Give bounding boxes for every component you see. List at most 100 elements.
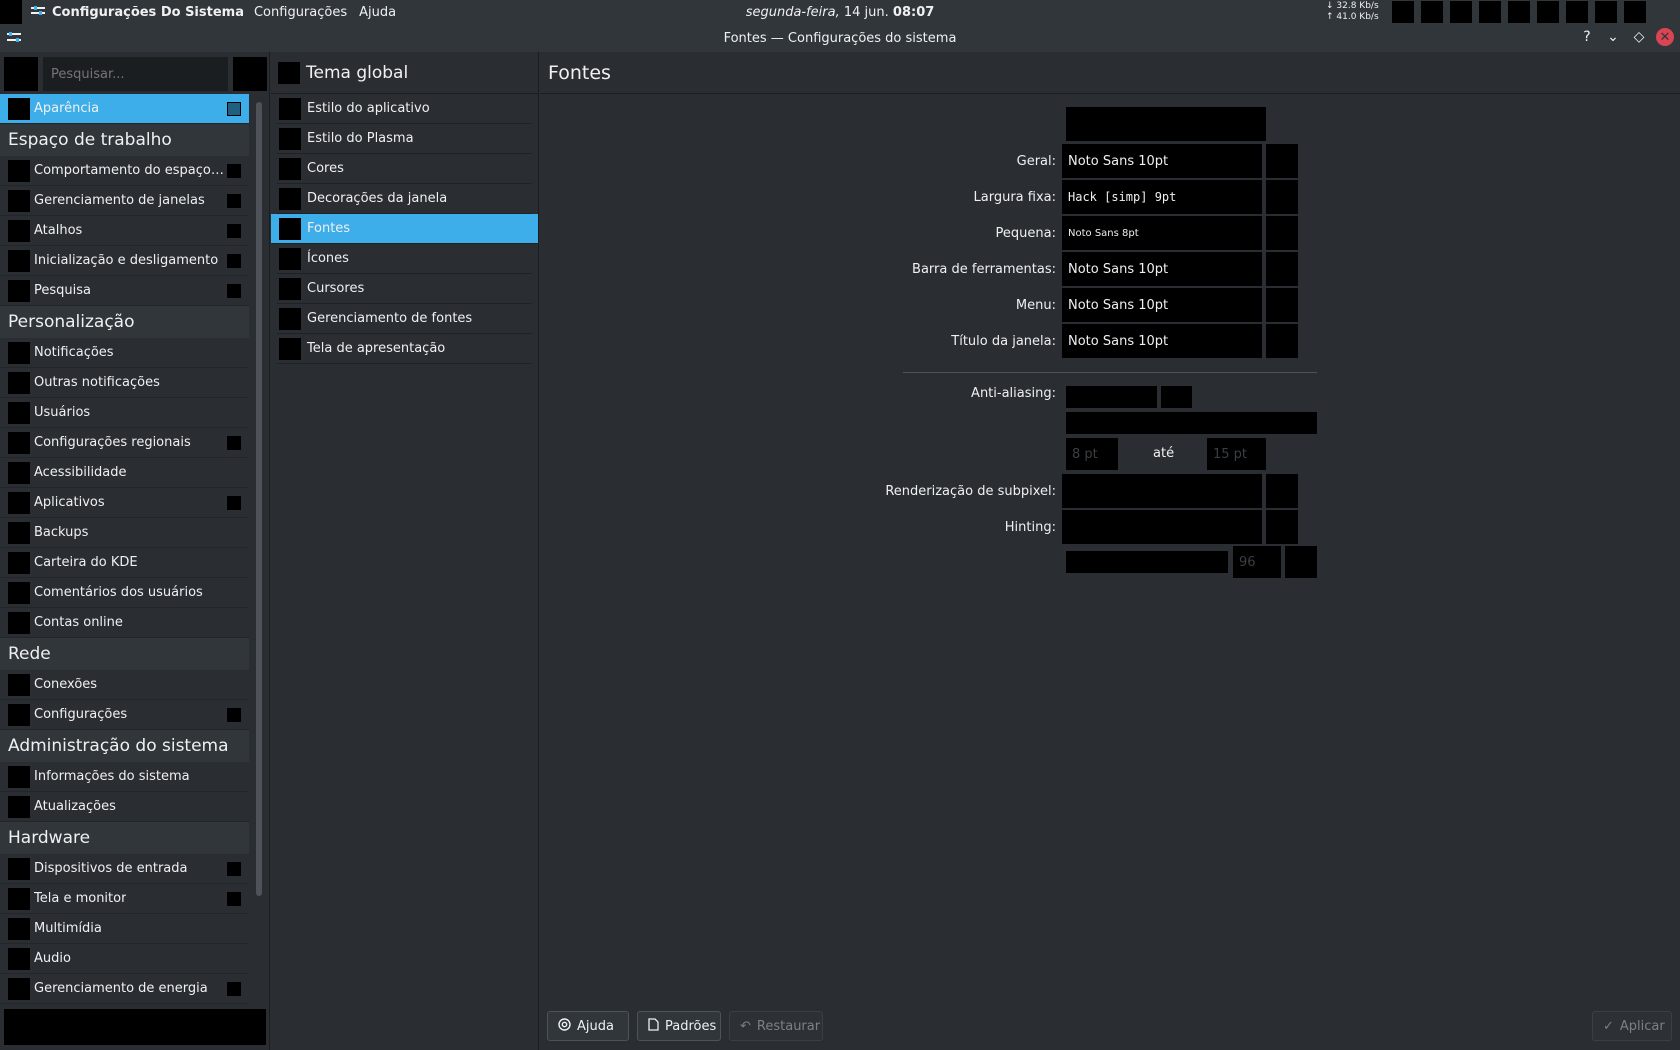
sidebar-item-audio[interactable]: Áudio bbox=[0, 944, 249, 974]
menu-ajuda[interactable]: Ajuda bbox=[359, 5, 396, 20]
reset-button[interactable]: ↶ Restaurar bbox=[729, 1011, 823, 1041]
sidebar-item-aparencia[interactable]: Aparência bbox=[0, 94, 249, 124]
maximize-button[interactable]: ◇ bbox=[1630, 27, 1648, 47]
tray-icon[interactable] bbox=[1450, 1, 1472, 23]
exclude-range-checkbox[interactable] bbox=[1066, 412, 1317, 434]
sidebar-item-label: Áudio bbox=[34, 951, 71, 966]
tray-icon[interactable] bbox=[1595, 1, 1617, 23]
subcategory-item-label: Ícones bbox=[307, 251, 349, 266]
sidebar-item-informacoes-do-sistema[interactable]: Informações do sistema bbox=[0, 762, 249, 792]
window-menu-icon[interactable] bbox=[6, 29, 22, 45]
sidebar-item-pesquisa[interactable]: Pesquisa bbox=[0, 276, 249, 306]
subcategory-item-decoracoes-da-janela[interactable]: Decorações da janela bbox=[277, 184, 532, 214]
tray-icon[interactable] bbox=[1421, 1, 1443, 23]
tray-icon[interactable] bbox=[1566, 1, 1588, 23]
sidebar-item-atualizacoes[interactable]: Atualizações bbox=[0, 792, 249, 822]
sidebar-item-conexoes[interactable]: Conexões bbox=[0, 670, 249, 700]
sidebar-item-configuracoes-regionais[interactable]: Configurações regionais bbox=[0, 428, 249, 458]
view-mode-icon[interactable] bbox=[233, 57, 267, 91]
sidebar-item-outras-notificacoes[interactable]: Outras notificações bbox=[0, 368, 249, 398]
subpixel-combobox[interactable] bbox=[1062, 474, 1262, 508]
tray-icon[interactable] bbox=[1624, 1, 1646, 23]
hinting-combobox[interactable] bbox=[1062, 510, 1262, 544]
tray-icon[interactable] bbox=[1392, 1, 1414, 23]
tray-icon[interactable] bbox=[1508, 1, 1530, 23]
range-to-spinbox[interactable]: 15 pt bbox=[1207, 438, 1266, 470]
subpixel-extra-button[interactable] bbox=[1266, 474, 1298, 508]
acessibilidade-icon bbox=[8, 461, 30, 484]
font-row-titulo: Título da janela: Noto Sans 10pt bbox=[872, 324, 1298, 358]
menu-icon[interactable] bbox=[4, 57, 38, 91]
sidebar-item-inicializacao-e-desligamento[interactable]: Inicialização e desligamento bbox=[0, 246, 249, 276]
sidebar-item-notificacoes[interactable]: Notificações bbox=[0, 338, 249, 368]
subcategory-item-cursores[interactable]: Cursores bbox=[277, 274, 532, 304]
expand-arrow-icon bbox=[227, 223, 241, 238]
defaults-button[interactable]: Padrões bbox=[637, 1011, 721, 1041]
window-titlebar[interactable]: Fontes — Configurações do sistema ? ⌄ ◇ … bbox=[0, 24, 1680, 52]
sidebar-scrollbar[interactable] bbox=[256, 102, 262, 896]
tray-icon[interactable] bbox=[1479, 1, 1501, 23]
choose-font-button[interactable] bbox=[1266, 216, 1298, 250]
sidebar-item-atalhos[interactable]: Atalhos bbox=[0, 216, 249, 246]
sidebar-item-configuracoes[interactable]: Configurações bbox=[0, 700, 249, 730]
sidebar-item-comentarios-dos-usuarios[interactable]: Comentários dos usuários bbox=[0, 578, 249, 608]
choose-font-button[interactable] bbox=[1266, 252, 1298, 286]
subcategory-item-fontes[interactable]: Fontes bbox=[271, 214, 538, 244]
clock-time: 08:07 bbox=[892, 4, 935, 20]
range-separator-label: até bbox=[1153, 446, 1175, 461]
menu-configuracoes[interactable]: Configurações bbox=[254, 5, 347, 20]
sidebar-item-tela-e-monitor[interactable]: Tela e monitor bbox=[0, 884, 249, 914]
sidebar-item-acessibilidade[interactable]: Acessibilidade bbox=[0, 458, 249, 488]
subcategory-item-icones[interactable]: Ícones bbox=[277, 244, 532, 274]
network-speed[interactable]: ↓ 32.8 Kb/s ↑ 41.0 Kb/s bbox=[1326, 1, 1379, 23]
category-header-hardware: Hardware bbox=[0, 822, 249, 854]
sidebar-item-backups[interactable]: Backups bbox=[0, 518, 249, 548]
estilo-do-plasma-icon bbox=[279, 127, 301, 150]
sidebar-item-dispositivos-de-entrada[interactable]: Dispositivos de entrada bbox=[0, 854, 249, 884]
choose-font-button[interactable] bbox=[1266, 288, 1298, 322]
search-input[interactable] bbox=[43, 57, 228, 91]
expand-arrow-icon bbox=[227, 435, 241, 450]
subcategory-item-gerenciamento-de-fontes[interactable]: Gerenciamento de fontes bbox=[277, 304, 532, 334]
range-from-spinbox[interactable]: 8 pt bbox=[1066, 438, 1118, 470]
sidebar-item-aplicativos[interactable]: Aplicativos bbox=[0, 488, 249, 518]
tray-icon[interactable] bbox=[1537, 1, 1559, 23]
minimize-button[interactable]: ⌄ bbox=[1604, 27, 1622, 47]
sidebar-item-label: Multimídia bbox=[34, 921, 102, 936]
sidebar-item-carteira-do-kde[interactable]: Carteira do KDE bbox=[0, 548, 249, 578]
antialiasing-configure-button[interactable] bbox=[1161, 386, 1192, 408]
dpi-extra-button[interactable] bbox=[1285, 546, 1317, 578]
sidebar-item-multimidia[interactable]: Multimídia bbox=[0, 914, 249, 944]
undo-icon: ↶ bbox=[740, 1018, 751, 1034]
highlight-changed-settings[interactable] bbox=[4, 1009, 266, 1045]
hinting-extra-button[interactable] bbox=[1266, 510, 1298, 544]
sidebar-item-label: Usuários bbox=[34, 405, 91, 420]
subcategory-item-cores[interactable]: Cores bbox=[277, 154, 532, 184]
sidebar-item-label: Pesquisa bbox=[34, 283, 91, 298]
choose-font-button[interactable] bbox=[1266, 180, 1298, 214]
help-button[interactable]: ? bbox=[1578, 27, 1596, 47]
clock[interactable]: segunda-feira, 14 jun. 08:07 bbox=[650, 5, 1030, 20]
sidebar-item-gerenciamento-de-janelas[interactable]: Gerenciamento de janelas bbox=[0, 186, 249, 216]
sidebar-item-usuarios[interactable]: Usuários bbox=[0, 398, 249, 428]
apply-button[interactable]: ✓ Aplicar bbox=[1592, 1011, 1672, 1041]
force-dpi-checkbox[interactable] bbox=[1066, 551, 1228, 573]
dpi-spinbox[interactable]: 96 bbox=[1233, 546, 1281, 578]
subcategory-item-tela-de-apresentacao[interactable]: Tela de apresentação bbox=[277, 334, 532, 364]
application-launcher[interactable] bbox=[0, 0, 22, 24]
adjust-all-fonts-button[interactable] bbox=[1066, 107, 1266, 141]
help-footer-button[interactable]: Ajuda bbox=[547, 1011, 629, 1041]
antialiasing-checkbox[interactable] bbox=[1066, 386, 1157, 408]
subcategory-item-estilo-do-plasma[interactable]: Estilo do Plasma bbox=[277, 124, 532, 154]
close-button[interactable]: ✕ bbox=[1656, 28, 1674, 46]
sidebar-item-gerenciamento-de-energia[interactable]: Gerenciamento de energia bbox=[0, 974, 249, 1004]
subcategory-header[interactable]: Tema global bbox=[271, 52, 538, 94]
sidebar-item-contas-online[interactable]: Contas online bbox=[0, 608, 249, 638]
choose-font-button[interactable] bbox=[1266, 324, 1298, 358]
sidebar-item-comportamento-do-espaco[interactable]: Comportamento do espaço ... bbox=[0, 156, 249, 186]
choose-font-button[interactable] bbox=[1266, 144, 1298, 178]
app-name: Configurações Do Sistema bbox=[52, 4, 244, 20]
subpixel-row: Renderização de subpixel: bbox=[872, 474, 1298, 508]
expand-arrow-icon bbox=[227, 891, 241, 906]
subcategory-item-estilo-do-aplicativo[interactable]: Estilo do aplicativo bbox=[277, 94, 532, 124]
